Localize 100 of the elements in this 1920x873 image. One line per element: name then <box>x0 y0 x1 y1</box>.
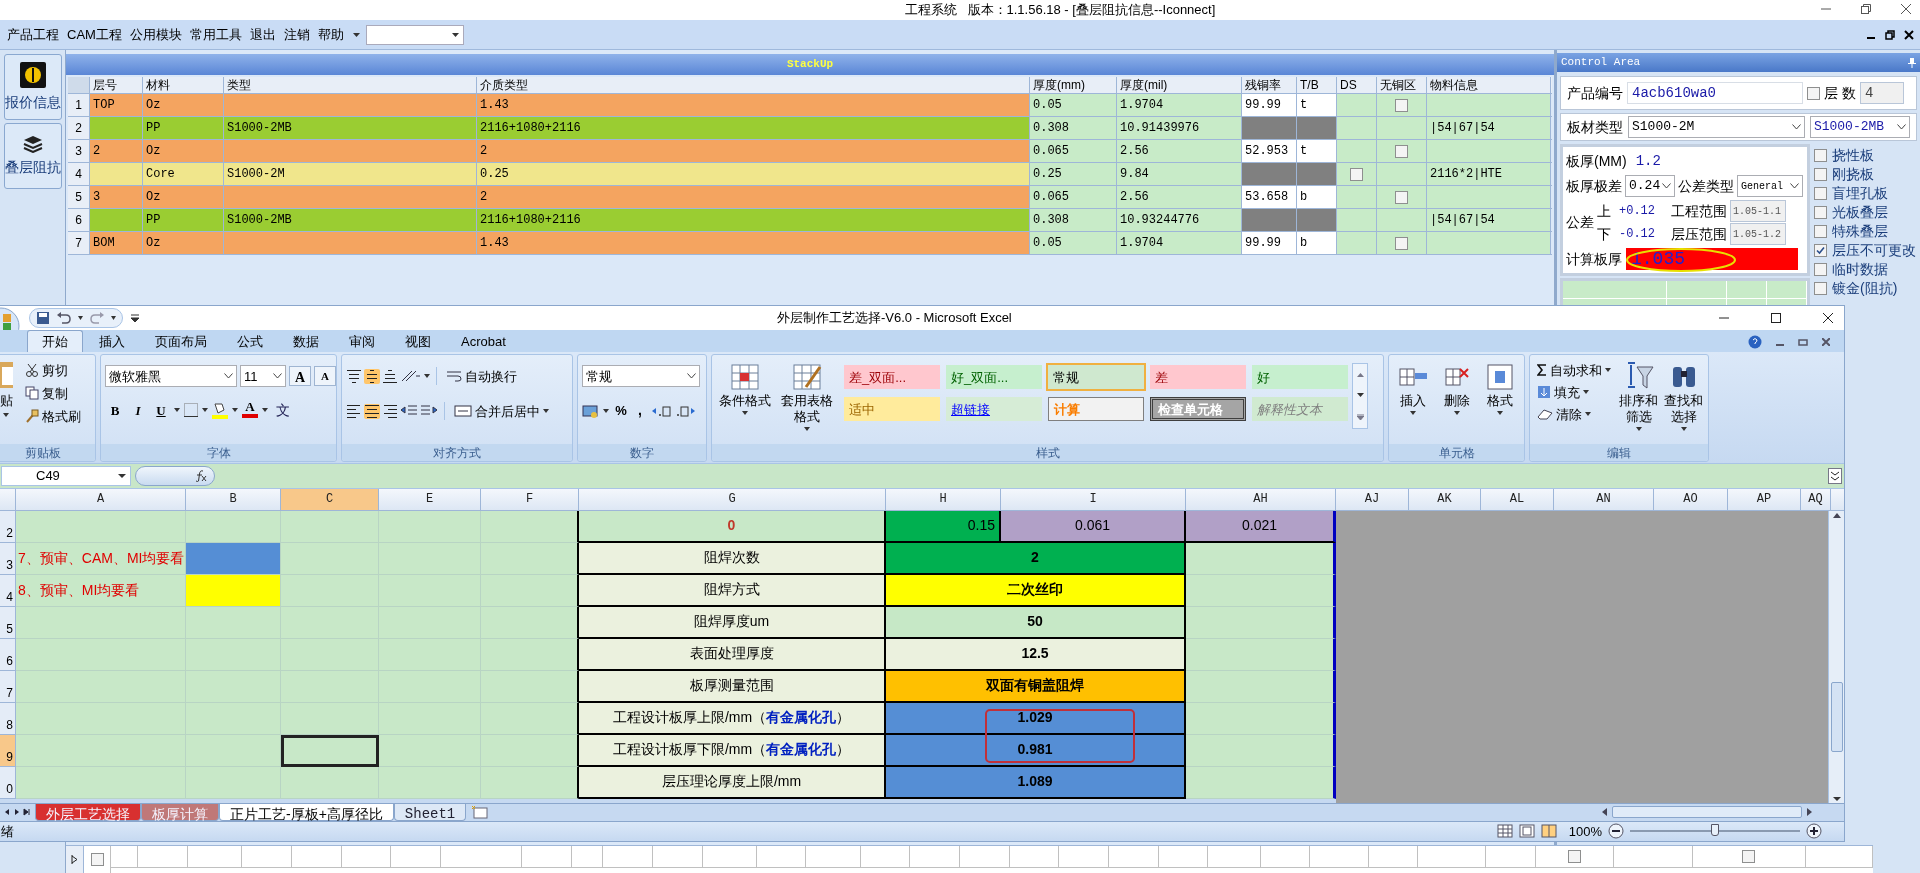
column-header[interactable]: AN <box>1554 488 1654 510</box>
column-header[interactable]: AJ <box>1336 488 1409 510</box>
zoom-slider-thumb[interactable] <box>1711 824 1719 837</box>
checkbox[interactable] <box>1814 224 1827 238</box>
material-select[interactable]: S1000-2MB <box>1809 116 1910 138</box>
fill-button[interactable]: 填充 <box>1534 381 1614 404</box>
active-cell[interactable] <box>281 734 379 767</box>
conditional-format-button[interactable]: 条件格式 <box>716 359 774 445</box>
menu-item[interactable]: CAM工程 <box>64 24 125 45</box>
checkbox[interactable] <box>1814 167 1827 181</box>
checkbox[interactable] <box>1814 243 1827 257</box>
font-name-select[interactable]: 微软雅黑 <box>105 365 237 388</box>
increase-decimal-icon[interactable] <box>650 403 672 419</box>
row-header[interactable]: 6 <box>0 638 16 671</box>
clear-button[interactable]: 清除 <box>1534 403 1614 426</box>
product-number-field[interactable]: 4acb610wa0 <box>1627 82 1803 104</box>
menu-item[interactable]: 公用模块 <box>126 24 185 45</box>
decrease-decimal-icon[interactable] <box>675 403 697 419</box>
insert-function-button[interactable] <box>135 465 215 486</box>
ribbon-tab[interactable]: 审阅 <box>335 330 389 353</box>
column-header[interactable]: A <box>16 488 186 510</box>
row-header[interactable]: 4 <box>0 574 16 607</box>
font-size-select[interactable]: 11 <box>240 365 286 388</box>
select-all-cell[interactable] <box>68 77 90 93</box>
checkbox[interactable] <box>1814 205 1827 219</box>
wrap-text-button[interactable]: 自动换行 <box>443 365 520 388</box>
column-header[interactable]: H <box>886 488 1001 510</box>
border-icon[interactable] <box>183 402 199 419</box>
checkbox[interactable] <box>1395 190 1408 204</box>
font-color-button[interactable]: A <box>241 400 259 421</box>
row-header[interactable]: 2 <box>0 510 16 543</box>
ribbon-tab[interactable]: 公式 <box>223 330 277 353</box>
paste-button[interactable]: 贴 <box>0 359 18 445</box>
sheet-tab[interactable]: 外层工艺选择 <box>35 803 141 821</box>
phonetic-button[interactable]: 文 <box>271 400 295 421</box>
checkbox[interactable] <box>1350 167 1363 181</box>
column-header[interactable]: AL <box>1481 488 1554 510</box>
insert-button[interactable]: 插入 <box>1393 359 1433 445</box>
column-header[interactable]: G <box>579 488 886 510</box>
column-header[interactable]: F <box>481 488 579 510</box>
cell-style[interactable]: 超链接 <box>946 397 1042 422</box>
column-header[interactable]: I <box>1001 488 1186 510</box>
format-table-button[interactable]: 套用表格格式 <box>778 359 836 445</box>
cell-style[interactable]: 好 <box>1252 365 1348 390</box>
menu-item[interactable]: 退出 <box>246 24 279 45</box>
format-button[interactable]: 格式 <box>1480 359 1520 445</box>
find-select-button[interactable]: 查找和选择 <box>1663 359 1704 445</box>
row-header[interactable]: 9 <box>0 734 16 767</box>
cell-style[interactable]: 差_双面... <box>844 365 940 390</box>
checkbox[interactable] <box>1395 236 1408 250</box>
column-header[interactable]: E <box>379 488 481 510</box>
percent-button[interactable]: % <box>612 401 630 421</box>
merge-center-button[interactable]: 合并后居中 <box>451 400 552 423</box>
checkbox[interactable] <box>1814 186 1827 200</box>
range-select[interactable]: 0.24 <box>1625 175 1675 197</box>
number-format-select[interactable]: 常规 <box>582 365 700 388</box>
row-header[interactable]: 8 <box>0 702 16 735</box>
checkbox[interactable] <box>1742 850 1756 863</box>
column-header[interactable]: C <box>281 488 379 510</box>
italic-button[interactable]: I <box>128 400 148 421</box>
horizontal-scrollbar[interactable] <box>1612 806 1802 818</box>
sheet-tab[interactable]: Sheet1 <box>393 803 467 821</box>
comma-button[interactable]: , <box>633 400 647 422</box>
cut-button[interactable]: 剪切 <box>22 359 84 382</box>
tolerance-type-select[interactable]: General <box>1737 175 1803 197</box>
ribbon-tab[interactable]: 页面布局 <box>141 330 221 353</box>
checkbox[interactable] <box>1814 281 1827 295</box>
row-header[interactable]: 5 <box>0 606 16 639</box>
fill-color-icon[interactable] <box>211 401 229 420</box>
name-box[interactable]: C49 <box>1 465 131 486</box>
grow-font-button[interactable]: A <box>289 366 311 387</box>
ribbon-tab[interactable]: 视图 <box>391 330 445 353</box>
sort-filter-button[interactable]: 排序和筛选 <box>1618 359 1659 445</box>
column-header[interactable]: AH <box>1186 488 1336 510</box>
sheet-tab[interactable]: 正片工艺-厚板+高厚径比 <box>219 803 394 821</box>
row-header[interactable]: 3 <box>0 542 16 575</box>
row-header[interactable]: 7 <box>0 670 16 703</box>
checkbox[interactable] <box>1807 86 1820 100</box>
cell-style[interactable]: 适中 <box>844 397 940 422</box>
delete-button[interactable]: 删除 <box>1436 359 1477 445</box>
cell-style[interactable]: 差 <box>1150 365 1246 390</box>
checkbox[interactable] <box>1814 148 1827 162</box>
material-select[interactable]: S1000-2M <box>1628 116 1805 138</box>
column-header[interactable]: AP <box>1728 488 1801 510</box>
copy-button[interactable]: 复制 <box>22 382 84 405</box>
currency-icon[interactable] <box>582 403 600 419</box>
scroll-thumb[interactable] <box>1830 682 1843 752</box>
menu-item[interactable]: 产品工程 <box>4 24 62 45</box>
checkbox[interactable] <box>1395 144 1408 158</box>
column-header[interactable]: AQ <box>1801 488 1831 510</box>
checkbox[interactable] <box>1395 98 1408 112</box>
row-header[interactable]: 0 <box>0 766 16 799</box>
checkbox[interactable] <box>90 853 104 866</box>
bold-button[interactable]: B <box>105 400 125 421</box>
underline-button[interactable]: U <box>151 400 171 421</box>
sidebar-button[interactable]: 叠层阻抗 <box>4 123 62 189</box>
ribbon-tab[interactable]: 数据 <box>279 330 333 353</box>
shrink-font-button[interactable]: A <box>314 366 336 387</box>
ribbon-tab[interactable]: 开始 <box>27 330 83 353</box>
cell-style[interactable]: 常规 <box>1048 365 1144 390</box>
